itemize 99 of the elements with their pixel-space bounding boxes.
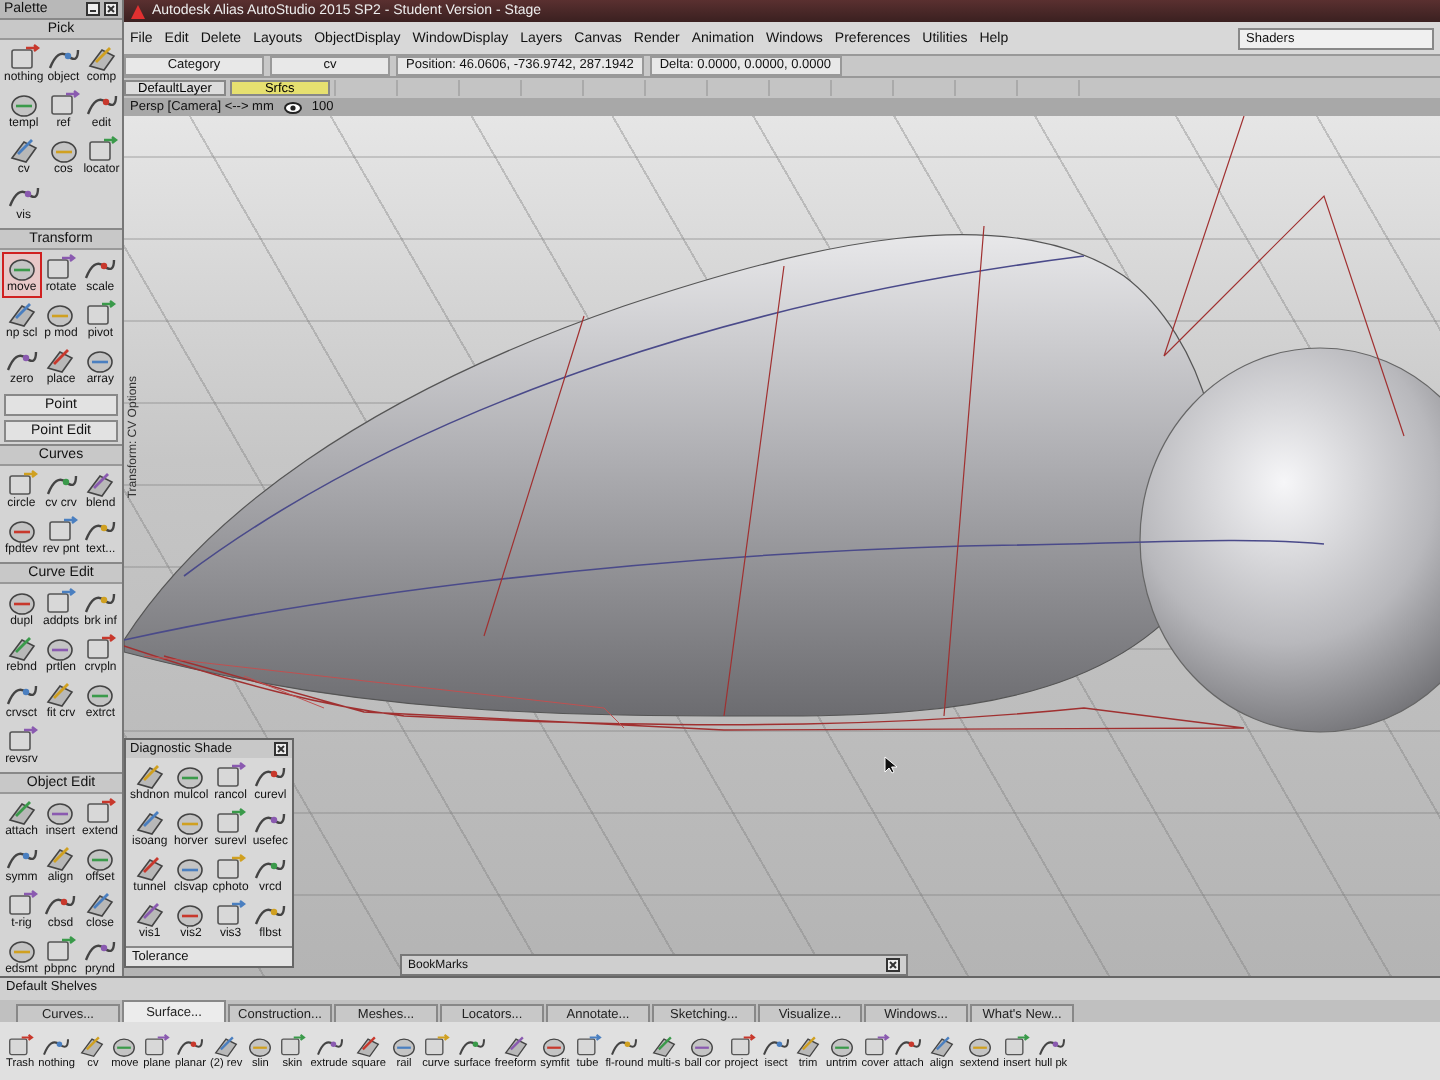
- shade-icon: [214, 762, 247, 790]
- shade-icon: [133, 900, 166, 928]
- shelf-tool-icon: [727, 1033, 756, 1057]
- shelf-tool-icon: [246, 1033, 275, 1057]
- tool-icon: [7, 182, 40, 210]
- shade-icon: [254, 808, 287, 836]
- tool-icon: [47, 90, 80, 118]
- shelf-tool-icon: [688, 1033, 717, 1057]
- shelf-tool-icon: [78, 1033, 107, 1057]
- shade-icon: [133, 762, 166, 790]
- tool-icon: [7, 44, 40, 72]
- tool-icon: [85, 90, 118, 118]
- eye-icon: [283, 101, 302, 113]
- shade-icon: [174, 854, 207, 882]
- tool-icon: [84, 346, 117, 374]
- shelf-tool-icon: [610, 1033, 639, 1057]
- minimize-icon[interactable]: [86, 2, 100, 16]
- tool-icon: [84, 300, 117, 328]
- shade-icon: [214, 808, 247, 836]
- tool-icon: [44, 254, 77, 282]
- shade-icon: [174, 762, 207, 790]
- shelf-tool-icon: [827, 1033, 856, 1057]
- tool-icon: [85, 44, 118, 72]
- shelf-tool-icon: [42, 1033, 71, 1057]
- shelf-tool-icon: [1002, 1033, 1031, 1057]
- shade-icon: [174, 808, 207, 836]
- shelf-tool-icon: [794, 1033, 823, 1057]
- shade-icon: [133, 808, 166, 836]
- shelf-tool-icon: [110, 1033, 139, 1057]
- tool-icon: [5, 516, 38, 544]
- tool-icon: [84, 254, 117, 282]
- shade-icon: [214, 900, 247, 928]
- tool-icon: [45, 470, 77, 498]
- tool-icon: [5, 890, 38, 918]
- shelf-tool-icon: [894, 1033, 923, 1057]
- tool-icon: [83, 798, 116, 826]
- shelf-tool-icon: [649, 1033, 678, 1057]
- tool-icon: [84, 680, 117, 708]
- tool-icon: [44, 798, 77, 826]
- tool-icon: [5, 254, 38, 282]
- shelf-tool-icon: [6, 1033, 35, 1057]
- shade-icon: [254, 762, 287, 790]
- close-icon[interactable]: [274, 742, 288, 756]
- tool-icon: [84, 634, 117, 662]
- tool-icon: [44, 844, 77, 872]
- tool-icon: [44, 588, 77, 616]
- tool-icon: [83, 890, 116, 918]
- shelf-tool-icon: [212, 1033, 241, 1057]
- tool-icon: [44, 634, 77, 662]
- tool-icon: [5, 470, 38, 498]
- tool-icon: [44, 300, 77, 328]
- shelf-tool-icon: [315, 1033, 344, 1057]
- shelf-tool-icon: [278, 1033, 307, 1057]
- tool-icon: [45, 516, 77, 544]
- tool-icon: [44, 680, 77, 708]
- tool-icon: [5, 346, 38, 374]
- tool-icon: [47, 44, 80, 72]
- tool-icon: [44, 890, 77, 918]
- shelf-tool-icon: [573, 1033, 602, 1057]
- tool-icon: [5, 844, 38, 872]
- tool-icon: [84, 470, 117, 498]
- shelf-tool-icon: [142, 1033, 171, 1057]
- tool-icon: [5, 300, 38, 328]
- shelf-tool-icon: [965, 1033, 994, 1057]
- tool-icon: [5, 936, 38, 964]
- shelf-tool-icon: [176, 1033, 205, 1057]
- shade-icon: [174, 900, 207, 928]
- cursor-icon: [884, 756, 898, 774]
- tool-icon: [5, 634, 38, 662]
- shelf-tool-icon: [927, 1033, 956, 1057]
- tool-icon: [47, 136, 80, 164]
- shade-icon: [133, 854, 166, 882]
- tool-icon: [85, 136, 118, 164]
- shelf-tool-icon: [540, 1033, 569, 1057]
- tool-icon: [83, 936, 116, 964]
- close-icon[interactable]: [104, 2, 118, 16]
- shelf-tool-icon: [354, 1033, 383, 1057]
- shelf-tool-icon: [458, 1033, 487, 1057]
- close-icon[interactable]: [886, 958, 900, 972]
- tool-icon: [83, 844, 116, 872]
- tool-icon: [5, 726, 38, 754]
- shelf-tool-icon: [501, 1033, 530, 1057]
- shelf-tool-icon: [861, 1033, 890, 1057]
- tool-icon: [7, 136, 40, 164]
- shade-icon: [254, 900, 287, 928]
- tool-icon: [5, 588, 38, 616]
- tool-icon: [84, 588, 117, 616]
- tool-icon: [44, 936, 77, 964]
- tool-icon: [44, 346, 77, 374]
- tool-icon: [7, 90, 40, 118]
- tool-icon: [5, 680, 38, 708]
- shelf-tool-icon: [1037, 1033, 1066, 1057]
- shade-icon: [214, 854, 247, 882]
- shelf-tool-icon: [421, 1033, 450, 1057]
- shade-icon: [254, 854, 287, 882]
- tool-icon: [84, 516, 117, 544]
- tool-icon: [5, 798, 38, 826]
- shelf-tool-icon: [389, 1033, 418, 1057]
- shelf-tool-icon: [762, 1033, 791, 1057]
